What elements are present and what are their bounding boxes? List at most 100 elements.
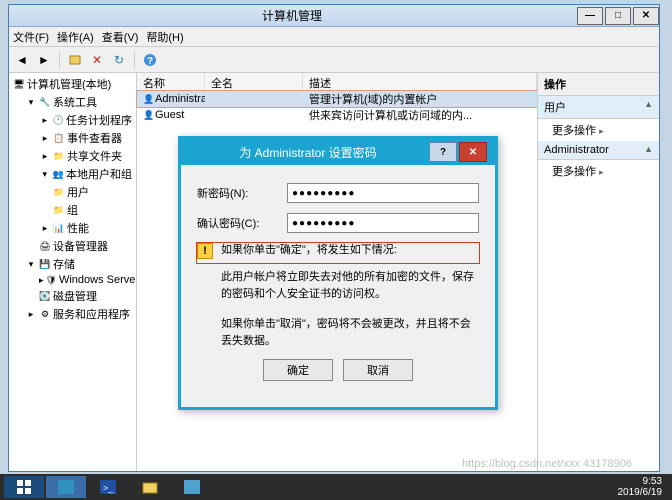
user-icon: 👤 xyxy=(143,109,155,121)
start-button[interactable] xyxy=(4,476,44,498)
confirm-password-input[interactable] xyxy=(287,213,479,233)
perf-icon: 📊 xyxy=(53,222,65,234)
up-icon[interactable] xyxy=(66,51,84,69)
maximize-button[interactable]: □ xyxy=(605,7,631,25)
dialog-title: 为 Administrator 设置密码 xyxy=(189,144,427,161)
dialog-close-button[interactable]: ✕ xyxy=(459,142,487,162)
action-section-admin[interactable]: Administrator▲ xyxy=(538,141,659,160)
tree-groups[interactable]: 📁组 xyxy=(11,201,134,219)
menubar: 文件(F) 操作(A) 查看(V) 帮助(H) xyxy=(9,27,659,47)
menu-action[interactable]: 操作(A) xyxy=(57,29,94,45)
chevron-up-icon: ▲ xyxy=(644,99,653,115)
menu-file[interactable]: 文件(F) xyxy=(13,29,49,45)
actions-panel: 操作 用户▲ 更多操作 ▸ Administrator▲ 更多操作 ▸ xyxy=(537,73,659,471)
close-button[interactable]: ✕ xyxy=(633,7,659,25)
help-icon[interactable]: ? xyxy=(141,51,159,69)
dialog-help-button[interactable]: ? xyxy=(429,142,457,162)
action-section-users[interactable]: 用户▲ xyxy=(538,96,659,119)
minimize-button[interactable]: — xyxy=(577,7,603,25)
tree-eventviewer[interactable]: ▸📋事件查看器 xyxy=(11,129,134,147)
tree-wsb[interactable]: ▸🛡Windows Server Back xyxy=(11,273,134,287)
window-title: 计算机管理 xyxy=(9,7,575,24)
chevron-up-icon: ▲ xyxy=(644,144,653,156)
tree-services[interactable]: ▸⚙服务和应用程序 xyxy=(11,305,134,323)
system-tray[interactable]: 9:53 2019/6/19 xyxy=(618,476,669,498)
tree-panel: 🖥计算机管理(本地) ▾🔧系统工具 ▸🕐任务计划程序 ▸📋事件查看器 ▸📁共享文… xyxy=(9,73,137,471)
tree-devmgr[interactable]: 🖨设备管理器 xyxy=(11,237,134,255)
users-icon: 👥 xyxy=(53,168,65,180)
tree-scheduler[interactable]: ▸🕐任务计划程序 xyxy=(11,111,134,129)
titlebar: 计算机管理 — □ ✕ xyxy=(9,5,659,27)
taskbar-powershell-icon[interactable]: >_ xyxy=(88,476,128,498)
new-password-row: 新密码(N): xyxy=(197,183,479,203)
new-password-label: 新密码(N): xyxy=(197,185,287,201)
backup-icon: 🛡 xyxy=(46,274,57,286)
taskbar: >_ 9:53 2019/6/19 xyxy=(0,474,672,500)
back-icon[interactable]: ◄ xyxy=(13,51,31,69)
toolbar: ◄ ► ✕ ↻ ? xyxy=(9,47,659,73)
clock-date: 2019/6/19 xyxy=(618,487,663,498)
clock-icon: 🕐 xyxy=(53,114,65,126)
dialog-body: 新密码(N): 确认密码(C): ! 如果你单击"确定"，将发生如下情况: 此用… xyxy=(181,165,495,407)
warning-icon: ! xyxy=(197,243,213,259)
action-more-1[interactable]: 更多操作 ▸ xyxy=(538,119,659,141)
tree-storage[interactable]: ▾💾存储 xyxy=(11,255,134,273)
forward-icon[interactable]: ► xyxy=(35,51,53,69)
col-name[interactable]: 名称 xyxy=(137,73,205,90)
tree-localusers[interactable]: ▾👥本地用户和组 xyxy=(11,165,134,183)
watermark: https://blog.csdn.net/xxx 43178906 xyxy=(462,458,632,470)
user-icon: 👤 xyxy=(143,93,155,105)
storage-icon: 💾 xyxy=(39,258,51,270)
svg-text:?: ? xyxy=(147,56,153,67)
actions-header: 操作 xyxy=(538,73,659,96)
collapse-icon: ▸ xyxy=(39,114,51,126)
tree-systools[interactable]: ▾🔧系统工具 xyxy=(11,93,134,111)
warning-row: ! 如果你单击"确定"，将发生如下情况: xyxy=(197,243,479,259)
warning-text: 如果你单击"确定"，将发生如下情况: xyxy=(221,243,479,259)
confirm-password-label: 确认密码(C): xyxy=(197,215,287,231)
refresh-icon[interactable]: ↻ xyxy=(110,51,128,69)
password-dialog: 为 Administrator 设置密码 ? ✕ 新密码(N): 确认密码(C)… xyxy=(178,136,498,410)
folder-icon: 📁 xyxy=(53,204,65,216)
dialog-buttons: 确定 取消 xyxy=(197,349,479,395)
col-fullname[interactable]: 全名 xyxy=(205,73,303,90)
folder-icon: 📁 xyxy=(53,150,65,162)
window-controls: — □ ✕ xyxy=(575,7,659,25)
taskbar-server-icon[interactable] xyxy=(46,476,86,498)
col-desc[interactable]: 描述 xyxy=(303,73,537,90)
folder-icon: 📁 xyxy=(53,186,65,198)
cancel-info: 如果你单击"取消"，密码将不会被更改，并且将不会丢失数据。 xyxy=(197,316,479,349)
tree-perf[interactable]: ▸📊性能 xyxy=(11,219,134,237)
list-header: 名称 全名 描述 xyxy=(137,73,537,91)
dialog-titlebar: 为 Administrator 设置密码 ? ✕ xyxy=(181,139,495,165)
clock-time: 9:53 xyxy=(618,476,663,487)
taskbar-explorer-icon[interactable] xyxy=(130,476,170,498)
confirm-password-row: 确认密码(C): xyxy=(197,213,479,233)
event-icon: 📋 xyxy=(53,132,65,144)
tree-users[interactable]: 📁用户 xyxy=(11,183,134,201)
new-password-input[interactable] xyxy=(287,183,479,203)
menu-view[interactable]: 查看(V) xyxy=(102,29,139,45)
action-more-2[interactable]: 更多操作 ▸ xyxy=(538,160,659,182)
menu-help[interactable]: 帮助(H) xyxy=(146,29,183,45)
computer-icon: 🖥 xyxy=(13,78,25,90)
cancel-button[interactable]: 取消 xyxy=(343,359,413,381)
chevron-right-icon: ▸ xyxy=(599,126,604,136)
tree-sharedfolders[interactable]: ▸📁共享文件夹 xyxy=(11,147,134,165)
tree-diskmgr[interactable]: 💽磁盘管理 xyxy=(11,287,134,305)
svg-text:>_: >_ xyxy=(103,483,114,493)
chevron-right-icon: ▸ xyxy=(599,167,604,177)
list-row[interactable]: 👤Guest 供来宾访问计算机或访问域的内... xyxy=(137,107,537,123)
tools-icon: 🔧 xyxy=(39,96,51,108)
services-icon: ⚙ xyxy=(39,308,51,320)
taskbar-mgmt-icon[interactable] xyxy=(172,476,212,498)
device-icon: 🖨 xyxy=(39,240,51,252)
delete-icon[interactable]: ✕ xyxy=(88,51,106,69)
ok-button[interactable]: 确定 xyxy=(263,359,333,381)
expand-icon: ▾ xyxy=(39,168,51,180)
list-row[interactable]: 👤Administrat... 管理计算机(域)的内置帐户 xyxy=(137,91,537,107)
warning-body: 此用户帐户将立即失去对他的所有加密的文件，保存的密码和个人安全证书的访问权。 xyxy=(197,269,479,302)
tree-root[interactable]: 🖥计算机管理(本地) xyxy=(11,75,134,93)
expand-icon: ▾ xyxy=(25,96,37,108)
disk-icon: 💽 xyxy=(39,290,51,302)
